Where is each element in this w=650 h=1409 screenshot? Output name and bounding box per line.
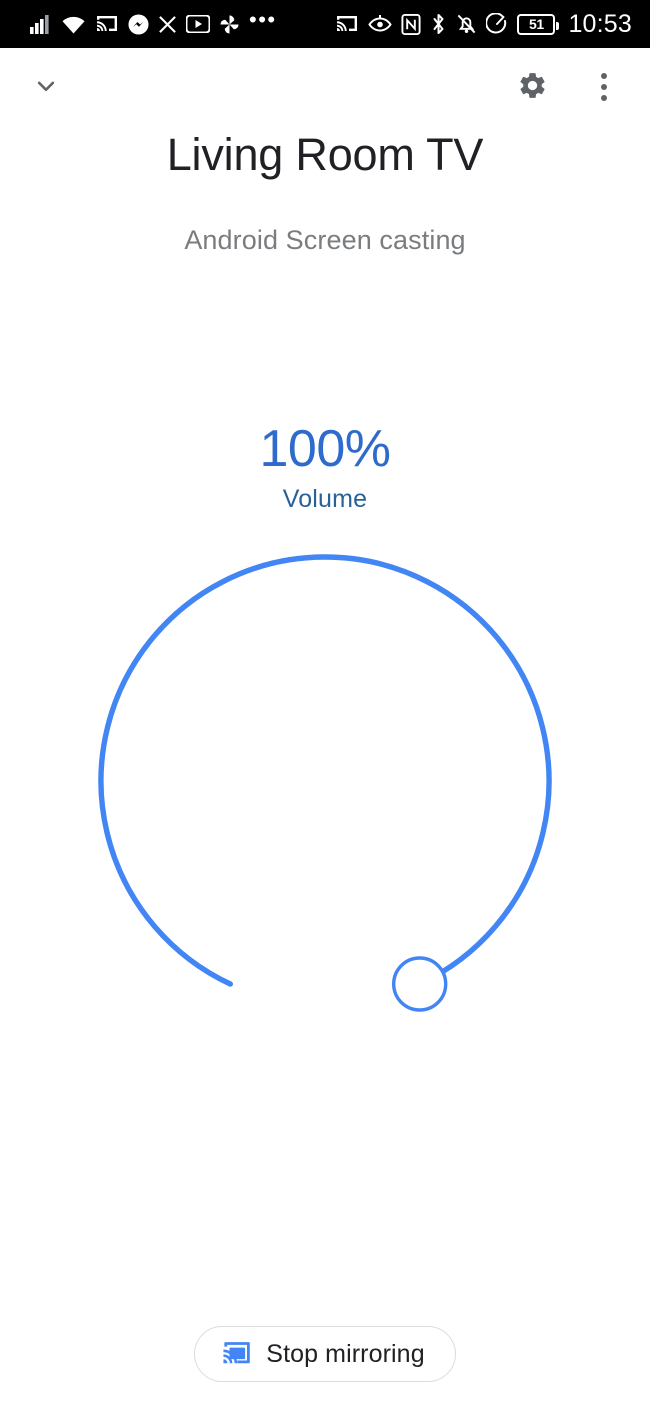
cast-active-icon [95, 11, 119, 37]
volume-thumb[interactable] [392, 956, 448, 1012]
x-twitter-icon [158, 11, 177, 37]
cast-icon [335, 11, 359, 37]
notifications-off-icon [456, 11, 477, 37]
volume-dial[interactable] [50, 507, 600, 1057]
volume-percent-label: 100% [259, 420, 392, 478]
data-saver-icon [486, 11, 508, 37]
pinwheel-icon [219, 11, 240, 37]
wifi-icon [61, 11, 86, 37]
status-bar: ••• 51 10:53 [0, 0, 650, 48]
cast-icon [221, 1340, 251, 1369]
stop-mirroring-button[interactable]: Stop mirroring [194, 1326, 456, 1382]
volume-readout: 100% Volume [0, 423, 650, 514]
eye-comfort-icon [368, 11, 393, 37]
volume-dial-arc[interactable] [50, 507, 600, 1057]
app-bar-actions [508, 63, 628, 111]
collapse-button[interactable] [22, 63, 70, 111]
more-notifications-icon: ••• [249, 7, 277, 32]
nfc-icon [401, 11, 421, 37]
stop-mirroring-label: Stop mirroring [266, 1339, 425, 1368]
status-bar-clock: 10:53 [568, 9, 632, 38]
cellular-signal-icon [30, 11, 52, 37]
status-bar-left-icons: ••• [30, 7, 277, 37]
app-bar [0, 48, 650, 126]
page-title: Living Room TV [166, 129, 484, 180]
messenger-icon [128, 11, 149, 37]
casting-status-subtitle: Android Screen casting [184, 225, 466, 255]
bluetooth-icon [430, 11, 447, 37]
battery-level-label: 51 [529, 16, 544, 32]
more-vert-icon [601, 73, 607, 101]
chevron-down-icon [31, 71, 61, 104]
battery-icon: 51 [517, 11, 560, 37]
overflow-menu-button[interactable] [580, 63, 628, 111]
youtube-icon [186, 11, 210, 37]
settings-button[interactable] [508, 63, 556, 111]
bottom-action-bar: Stop mirroring [0, 1326, 650, 1382]
status-bar-right-icons: 51 10:53 [335, 10, 632, 39]
gear-icon [517, 70, 548, 104]
